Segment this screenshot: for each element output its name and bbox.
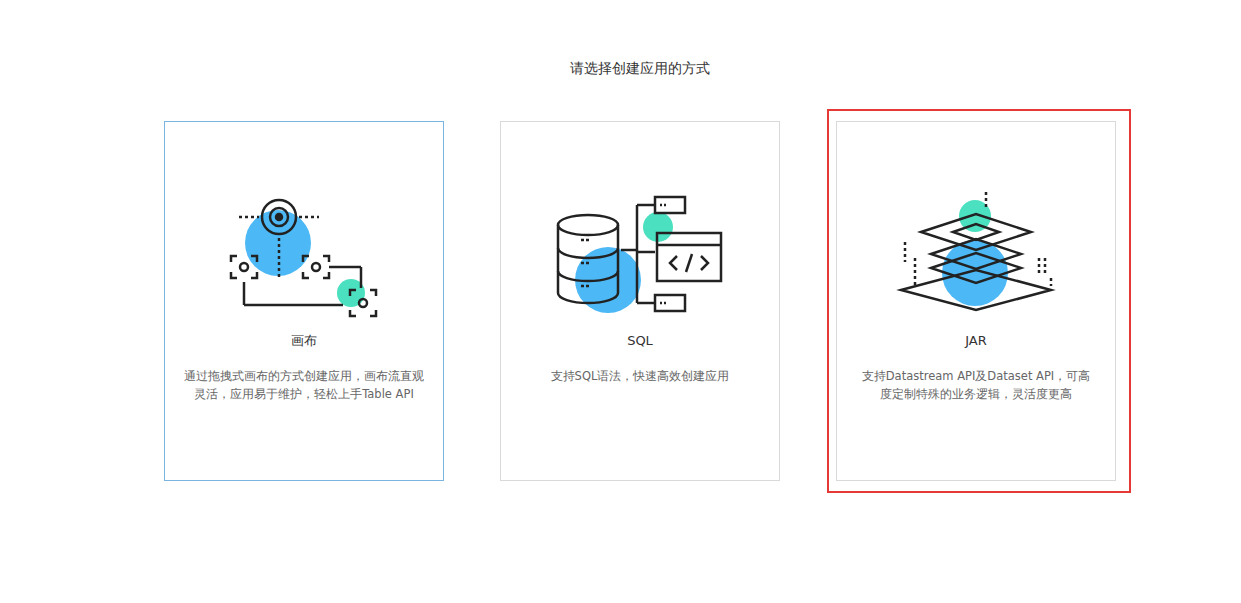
method-card[interactable]: JAR 支持Datastream API及Dataset API，可高度定制特殊的… (836, 121, 1116, 481)
database-icon (555, 190, 725, 320)
card-label: SQL (627, 332, 653, 350)
card-description: 支持Datastream API及Dataset API，可高度定制特殊的业务逻… (856, 367, 1096, 403)
card-label: 画布 (291, 332, 317, 350)
card-wrapper: 画布通过拖拽式画布的方式创建应用，画布流直观灵活，应用易于维护，轻松上手Tabl… (164, 121, 444, 481)
card-wrapper: SQL 支持SQL语法，快速高效创建应用 (500, 121, 780, 481)
create-app-page: 请选择创建应用的方式画布通过拖拽式画布的方式创建应用，画布流直观灵活，应用易于维… (0, 0, 1241, 603)
card-wrapper: JAR 支持Datastream API及Dataset API，可高度定制特殊的… (836, 121, 1116, 481)
layers-icon (891, 190, 1061, 320)
card-list: 画布通过拖拽式画布的方式创建应用，画布流直观灵活，应用易于维护，轻松上手Tabl… (164, 121, 1116, 481)
page-title: 请选择创建应用的方式 (570, 58, 710, 78)
canvas-icon (219, 190, 389, 320)
method-card[interactable]: SQL 支持SQL语法，快速高效创建应用 (500, 121, 780, 481)
method-card[interactable]: 画布通过拖拽式画布的方式创建应用，画布流直观灵活，应用易于维护，轻松上手Tabl… (164, 121, 444, 481)
card-label: JAR (965, 332, 987, 350)
card-description: 通过拖拽式画布的方式创建应用，画布流直观灵活，应用易于维护，轻松上手Table … (184, 367, 424, 403)
card-description: 支持SQL语法，快速高效创建应用 (520, 367, 760, 385)
